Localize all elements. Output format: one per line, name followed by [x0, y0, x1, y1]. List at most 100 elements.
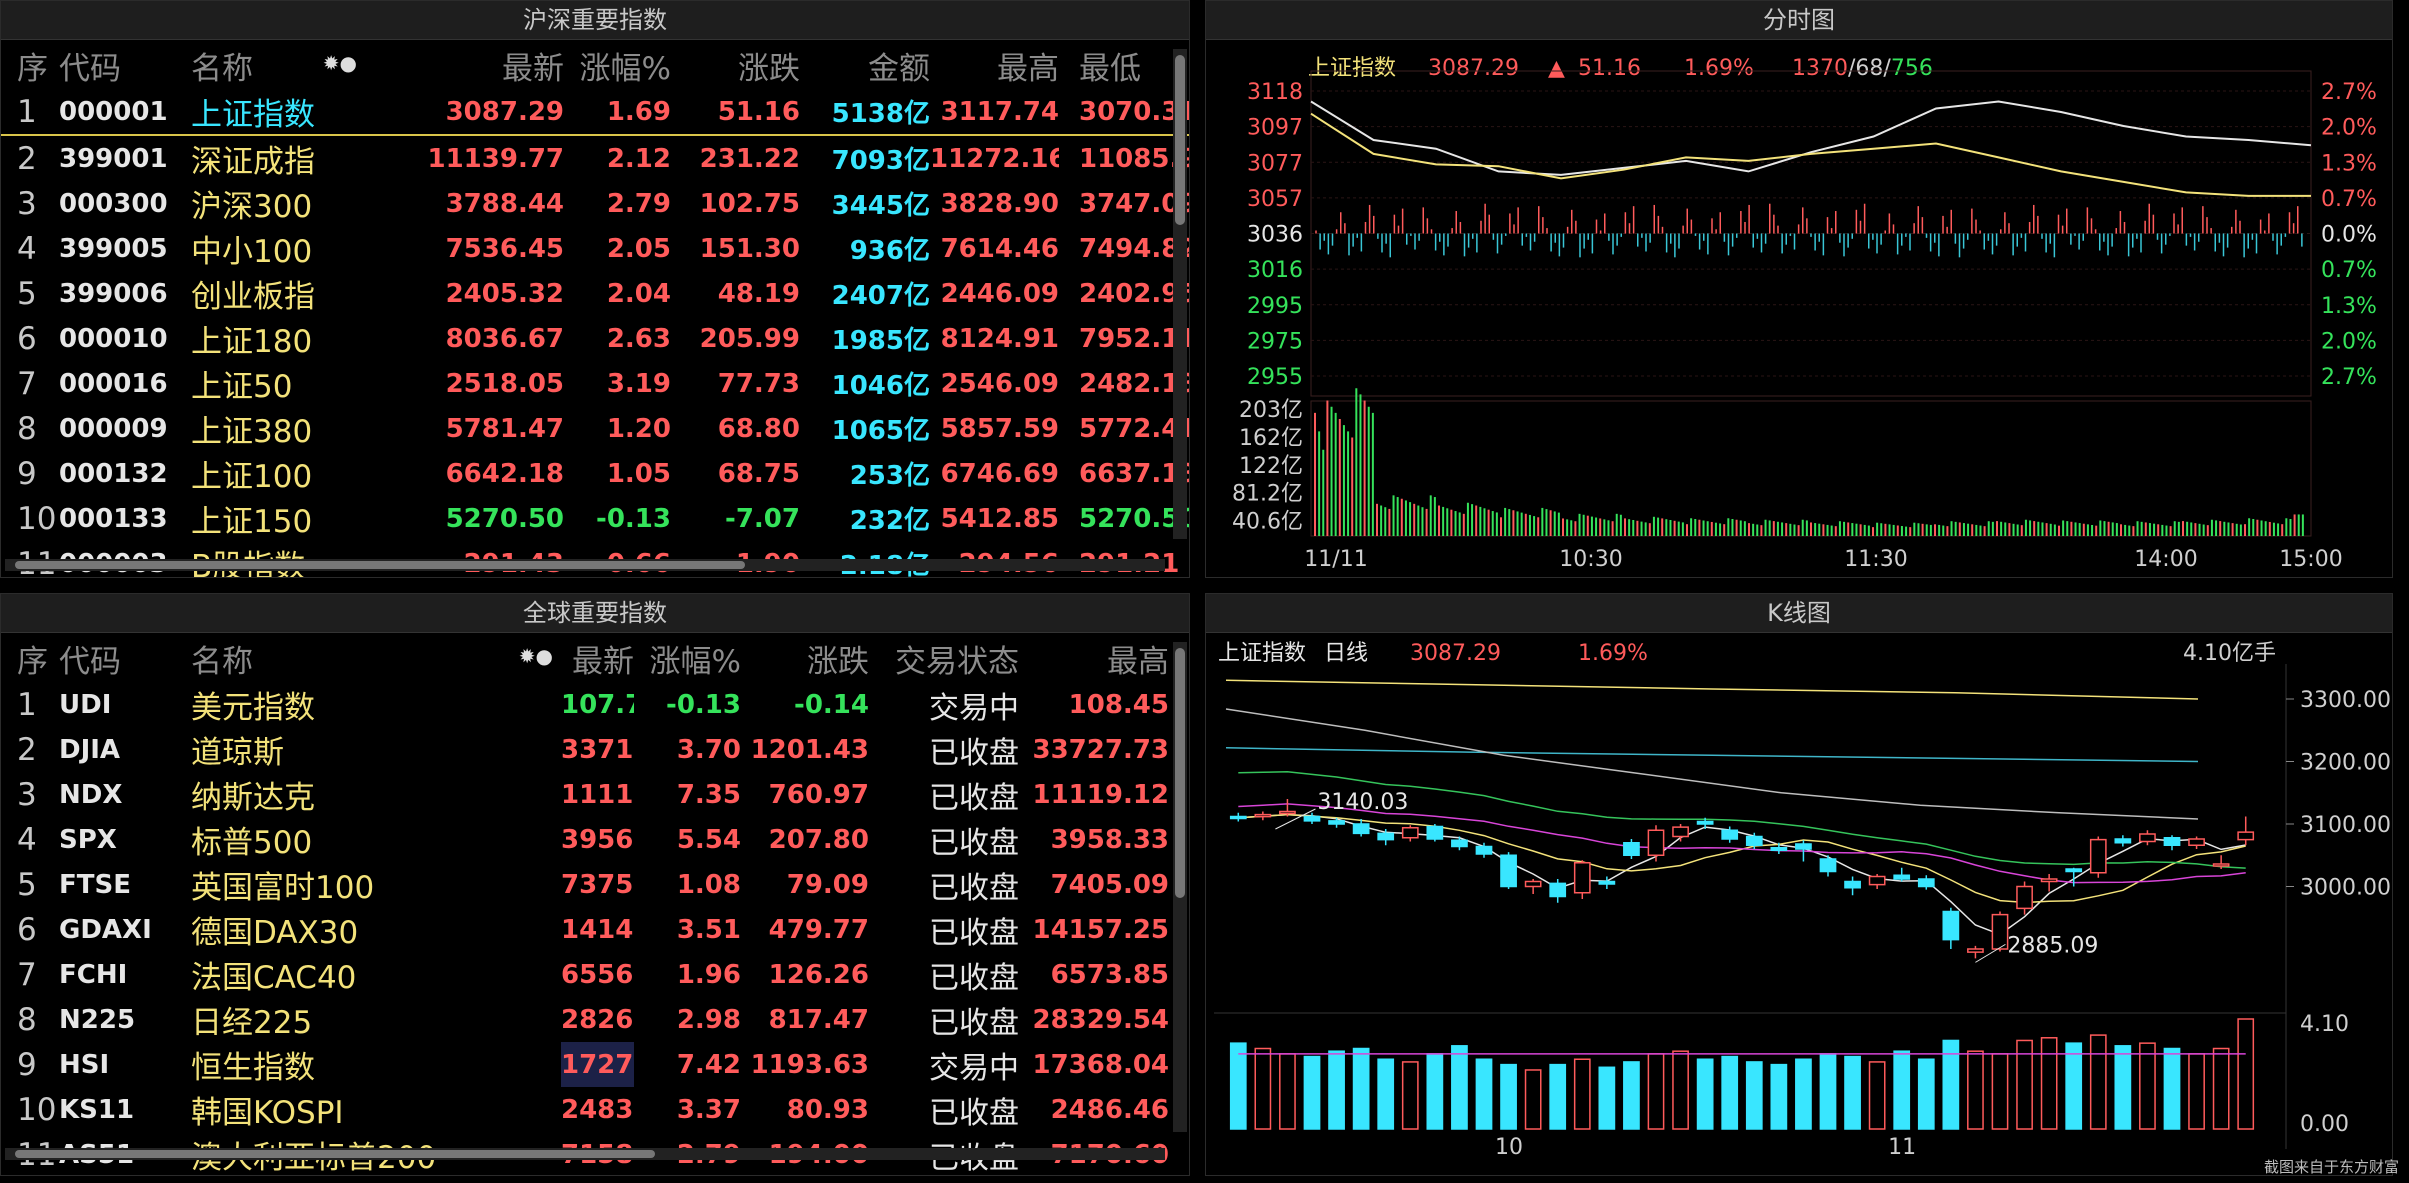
table-row[interactable]: 4 SPX 标普5003956.37 5.54 207.80 已收盘 3958.33: [1, 817, 1169, 862]
index-pct: 7.35: [676, 779, 741, 810]
col-header-pct[interactable]: 涨幅%: [564, 41, 671, 89]
index-name[interactable]: 德国DAX30: [191, 907, 561, 952]
index-high: 11119.12: [1032, 779, 1169, 810]
index-name[interactable]: 上证100: [191, 451, 391, 496]
index-name[interactable]: 深证成指: [191, 135, 391, 181]
index-high: 5412.85: [940, 503, 1059, 534]
col-header-chg[interactable]: 涨跌: [671, 41, 800, 89]
price-tick-label: 3016: [1247, 258, 1303, 283]
kline-pct: 1.69%: [1578, 641, 1648, 666]
kline-volume-bar: [1745, 1061, 1763, 1130]
table-row[interactable]: 3 NDX 纳斯达克11114.15 7.35 760.97 已收盘 11119.12: [1, 772, 1169, 817]
hs-horizontal-scroll-thumb[interactable]: [15, 561, 745, 569]
table-row[interactable]: 6 000010 上证180 8036.67 2.63 205.99 1985亿 8124.9…: [1, 316, 1189, 361]
index-code: 000133: [59, 503, 168, 534]
index-name[interactable]: 标普500: [191, 817, 561, 862]
sun-dot-icon[interactable]: ✹●: [323, 51, 357, 75]
kline-chart[interactable]: 上证指数 日线 3087.29 1.69% 4.10亿手 3300.00 3200…: [1206, 634, 2393, 1176]
index-name[interactable]: 中小100: [191, 226, 391, 271]
table-row[interactable]: 8 000009 上证380 5781.47 1.20 68.80 1065亿 5857.59…: [1, 406, 1190, 451]
index-name[interactable]: 上证50: [191, 361, 391, 406]
table-row[interactable]: 2 399001 深证成指 11139.77 2.12 231.22 7093亿 11272.…: [1, 135, 1189, 181]
col-header-name[interactable]: 名称 ✹●: [191, 41, 391, 89]
global-vertical-scrollbar[interactable]: [1173, 642, 1187, 1132]
table-row[interactable]: 7 000016 上证50 2518.05 3.19 77.73 1046亿 2546.09 2…: [1, 361, 1189, 406]
index-last: 3788.44: [445, 188, 564, 219]
col-header-chg[interactable]: 涨跌: [741, 634, 869, 682]
col-header-last[interactable]: 最新: [391, 41, 564, 89]
candle-body: [1647, 829, 1665, 856]
global-horizontal-scrollbar[interactable]: [5, 1148, 1165, 1160]
index-high: 2486.46: [1050, 1094, 1169, 1125]
table-row[interactable]: 9 HSI 恒生指数17274.67 7.42 1193.63 交易中 17368.04: [1, 1042, 1169, 1087]
index-name[interactable]: 纳斯达克: [191, 772, 561, 817]
table-row[interactable]: 10 000133 上证150 5270.50 -0.13 -7.07 232亿 5412.8…: [1, 496, 1189, 541]
index-name[interactable]: 创业板指: [191, 271, 391, 316]
table-row[interactable]: 3 000300 沪深300 3788.44 2.79 102.75 3445亿 3828.9…: [1, 181, 1189, 226]
index-code: KS11: [59, 1094, 135, 1125]
col-header-low[interactable]: 最低: [1059, 41, 1189, 89]
col-header-code[interactable]: 代码: [59, 634, 191, 682]
index-name[interactable]: 沪深300: [191, 181, 391, 226]
intraday-chart[interactable]: 上证指数 3087.29 ▲ 51.16 1.69% 1370/68/756 3…: [1206, 41, 2393, 578]
col-header-idx[interactable]: 序: [1, 634, 59, 682]
index-name[interactable]: 英国富时100: [191, 862, 561, 907]
breadth-decline: 756: [1891, 56, 1933, 81]
index-name[interactable]: 韩国KOSPI: [191, 1087, 561, 1132]
index-low: 5772.41: [1079, 413, 1190, 444]
index-change: 1201.43: [750, 734, 869, 765]
col-header-high[interactable]: 最高: [1019, 634, 1169, 682]
global-horizontal-scroll-thumb[interactable]: [15, 1150, 655, 1158]
index-change: 126.26: [768, 959, 869, 990]
hs-vertical-scrollbar[interactable]: [1173, 49, 1187, 539]
table-row[interactable]: 1 000001 上证指数 3087.29 1.69 51.16 5138亿 3117.74 3…: [1, 89, 1189, 136]
table-row[interactable]: 10KS11 韩国KOSPI2483.16 3.37 80.93 已收盘 2486.46: [1, 1087, 1169, 1132]
index-pct: -0.13: [596, 503, 671, 534]
table-row[interactable]: 2 DJIA 道琼斯33715.37 3.70 1201.43 已收盘 33727.73: [1, 727, 1169, 772]
sun-dot-icon[interactable]: ✹●: [519, 644, 553, 668]
index-name[interactable]: 上证指数: [191, 89, 391, 136]
col-header-high[interactable]: 最高: [930, 41, 1059, 89]
global-vertical-scroll-thumb[interactable]: [1175, 648, 1185, 898]
index-last: 6556.83: [561, 959, 634, 990]
col-header-name[interactable]: 名称 ✹●: [191, 634, 561, 682]
row-index: 4: [17, 230, 37, 267]
col-header-code[interactable]: 代码: [59, 41, 191, 89]
table-row[interactable]: 9 000132 上证100 6642.18 1.05 68.75 253亿 6746.69 6…: [1, 451, 1189, 496]
table-row[interactable]: 8 N225 日经22528263.57 2.98 817.47 已收盘 28329.54: [1, 997, 1169, 1042]
table-row[interactable]: 5 FTSE 英国富时1007375.34 1.08 79.09 已收盘 7405.09: [1, 862, 1169, 907]
hs-horizontal-scrollbar[interactable]: [5, 559, 1165, 571]
col-header-idx[interactable]: 序: [1, 41, 59, 89]
col-header-status[interactable]: 交易状态: [869, 634, 1019, 682]
col-header-last[interactable]: 最新: [561, 634, 634, 682]
table-row[interactable]: 7 FCHI 法国CAC406556.83 1.96 126.26 已收盘 6573.85: [1, 952, 1169, 997]
pct-tick-label: 2.0%: [2321, 329, 2377, 354]
index-high: 6746.69: [940, 458, 1059, 489]
col-header-amount[interactable]: 金额: [800, 41, 930, 89]
kline-volume-bar: [2212, 1047, 2230, 1130]
candle-body: [1254, 813, 1272, 818]
hs-vertical-scroll-thumb[interactable]: [1175, 55, 1185, 225]
index-high: 5857.59: [940, 413, 1059, 444]
index-name[interactable]: 美元指数: [191, 682, 561, 727]
index-name[interactable]: 法国CAC40: [191, 952, 561, 997]
col-header-pct[interactable]: 涨幅%: [634, 634, 741, 682]
kline-period[interactable]: 日线: [1324, 641, 1368, 666]
index-high: 17368.04: [1032, 1049, 1169, 1080]
candle-body: [1967, 948, 1984, 953]
table-row[interactable]: 4 399005 中小100 7536.45 2.05 151.30 936亿 7614.46…: [1, 226, 1190, 271]
index-low: 7494.82: [1079, 233, 1190, 264]
table-row[interactable]: 6 GDAXI 德国DAX3014146.09 3.51 479.77 已收盘 14157.…: [1, 907, 1169, 952]
index-name[interactable]: 上证180: [191, 316, 391, 361]
candle-body: [1598, 880, 1616, 885]
index-name[interactable]: 上证150: [191, 496, 391, 541]
kline-volume-bar: [1229, 1042, 1247, 1130]
index-name[interactable]: 道琼斯: [191, 727, 561, 772]
kline-volume-bar: [1254, 1047, 1272, 1130]
index-name[interactable]: 恒生指数: [191, 1042, 561, 1087]
index-name[interactable]: 上证380: [191, 406, 391, 451]
index-name[interactable]: 日经225: [191, 997, 561, 1042]
table-row[interactable]: 5 399006 创业板指 2405.32 2.04 48.19 2407亿 2446.09 2…: [1, 271, 1189, 316]
table-row[interactable]: 1 UDI 美元指数107.74 -0.13 -0.14 交易中 108.45: [1, 682, 1169, 727]
global-header-row: 序 代码 名称 ✹● 最新 涨幅% 涨跌 交易状态 最高: [1, 634, 1169, 682]
